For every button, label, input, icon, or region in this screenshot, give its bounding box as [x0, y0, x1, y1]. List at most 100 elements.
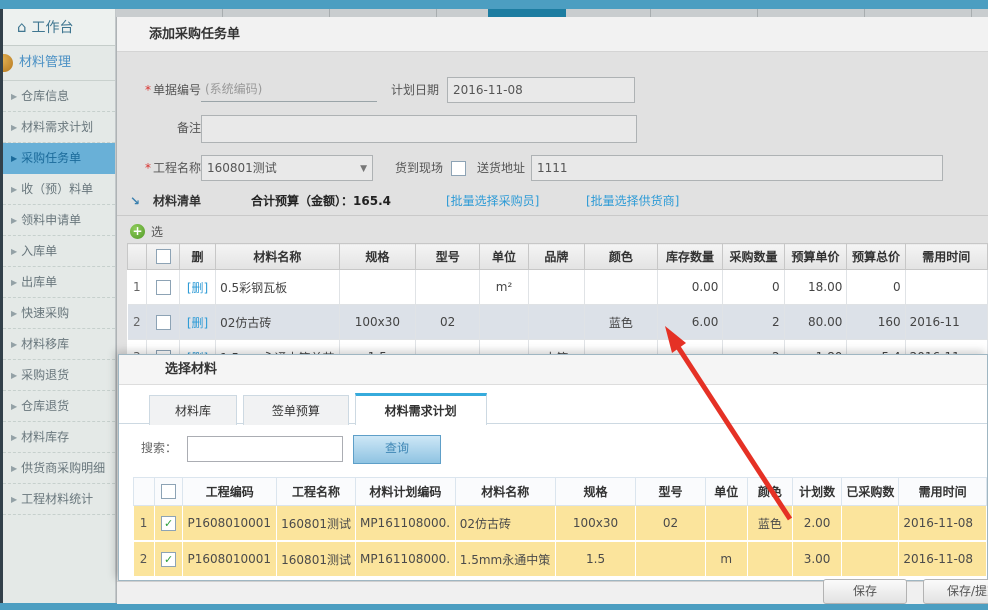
required-icon: * — [145, 83, 151, 97]
sidebar-item-material-demand-plan[interactable]: ▶材料需求计划 — [3, 112, 115, 143]
query-button[interactable]: 查询 — [353, 435, 441, 464]
cell-select — [147, 270, 180, 305]
chevron-right-icon: ▶ — [11, 123, 17, 132]
cell-rownum: 1 — [128, 270, 147, 305]
demand-plan-row: 1 ✓ P1608010001 160801测试 MP161108000. 02… — [134, 506, 987, 542]
dialog-title-bar: 选择材料 — [119, 355, 987, 385]
col-budget-price: 预算单价 — [784, 244, 847, 270]
save-button[interactable]: 保存 — [823, 579, 907, 604]
sidebar-item-label: 快速采购 — [21, 306, 69, 320]
cell-model — [416, 270, 480, 305]
cell-brand — [528, 270, 584, 305]
sidebar-section-material-management[interactable]: 材料管理 — [3, 46, 115, 81]
plan-date-label: 计划日期 — [387, 77, 439, 103]
batch-select-buyer-link[interactable]: [批量选择采购员] — [446, 191, 539, 211]
top-browser-bar — [0, 0, 988, 9]
cell-unit: m² — [480, 270, 528, 305]
sidebar-item-supplier-purchase-detail[interactable]: ▶供货商采购明细 — [3, 453, 115, 484]
header-checkbox[interactable] — [156, 249, 171, 264]
sidebar-item-purchase-task[interactable]: ▶采购任务单 — [3, 143, 115, 174]
chevron-right-icon: ▶ — [11, 309, 17, 318]
plan-date-input[interactable]: 2016-11-08 — [447, 77, 635, 103]
cell-stock-qty: 6.00 — [657, 305, 723, 340]
cell-stock-qty: 0.00 — [657, 270, 723, 305]
cell-select: ✓ — [154, 541, 183, 577]
chevron-right-icon: ▶ — [11, 464, 17, 473]
sidebar-item-purchase-return[interactable]: ▶采购退货 — [3, 360, 115, 391]
cell-need-date: 2016-11-08 — [899, 506, 987, 542]
cell-need-date: 2016-11-08 — [899, 541, 987, 577]
cell-material-name: 1.5mm永通中策 — [455, 541, 555, 577]
row-checkbox-checked[interactable]: ✓ — [161, 516, 176, 531]
dialog-tab-bar: 材料库 签单预算 材料需求计划 — [119, 393, 987, 424]
save-submit-button[interactable]: 保存/提交 — [923, 579, 988, 604]
batch-select-supplier-link[interactable]: [批量选择供货商] — [586, 191, 679, 211]
cell-material-name: 02仿古砖 — [216, 305, 339, 340]
sidebar-item-material-stock[interactable]: ▶ 材料库存 — [3, 422, 115, 453]
cell-budget-total: 160 — [847, 305, 905, 340]
cell-delete: [删] — [180, 270, 216, 305]
sidebar-item-material-transfer[interactable]: ▶材料移库 — [3, 329, 115, 360]
project-label: *工程名称 — [121, 155, 201, 181]
sidebar-item-inbound[interactable]: ▶入库单 — [3, 236, 115, 267]
col-model: 型号 — [636, 478, 705, 506]
delivery-site-label: 货到现场 — [381, 155, 443, 181]
col-material-name: 材料名称 — [455, 478, 555, 506]
cell-budget-total: 0 — [847, 270, 905, 305]
tab-material-demand-plan[interactable]: 材料需求计划 — [355, 393, 487, 425]
sidebar-item-material-request[interactable]: ▶领料申请单 — [3, 205, 115, 236]
row-checkbox[interactable] — [156, 280, 171, 295]
cell-unit — [480, 305, 528, 340]
delivery-addr-input[interactable]: 1111 — [531, 155, 943, 181]
cell-select: ✓ — [154, 506, 183, 542]
cell-rownum: 2 — [128, 305, 147, 340]
remark-input[interactable] — [201, 115, 637, 143]
chevron-right-icon: ▶ — [11, 402, 17, 411]
chevron-right-icon: ▶ — [11, 495, 17, 504]
tab-contract-budget[interactable]: 签单预算 — [243, 395, 349, 425]
sidebar-item-label: 工程材料统计 — [21, 492, 93, 506]
sidebar: ⌂工作台 材料管理 ▶仓库信息 ▶材料需求计划 ▶采购任务单 ▶收（预）料单 ▶… — [0, 9, 116, 603]
cell-brand — [528, 305, 584, 340]
col-rownum — [128, 244, 147, 270]
col-stock-qty: 库存数量 — [657, 244, 723, 270]
col-budget-total: 预算总价 — [847, 244, 905, 270]
header-checkbox[interactable] — [161, 484, 176, 499]
tab-material-library[interactable]: 材料库 — [149, 395, 237, 425]
col-color: 颜色 — [584, 244, 657, 270]
material-list-title: 材料清单 — [153, 191, 201, 211]
sidebar-item-label: 材料库存 — [21, 430, 69, 444]
col-material-name: 材料名称 — [216, 244, 339, 270]
material-row: 1 [删] 0.5彩钢瓦板 m² 0.00 0 18.00 0 — [128, 270, 988, 305]
chevron-right-icon: ▶ — [11, 92, 17, 101]
cell-material-name: 0.5彩钢瓦板 — [216, 270, 339, 305]
doc-no-input[interactable]: (系统编码) — [201, 77, 377, 102]
col-color: 颜色 — [747, 478, 792, 506]
sidebar-item-project-material-stats[interactable]: ▶ 工程材料统计 — [3, 484, 115, 515]
sidebar-item-quick-purchase[interactable]: ▶ 快速采购 — [3, 298, 115, 329]
footer-bar: 保存 保存/提交 — [117, 581, 988, 604]
cell-spec: 100x30 — [339, 305, 416, 340]
row-checkbox[interactable] — [156, 315, 171, 330]
delete-link[interactable]: [删] — [187, 316, 208, 330]
col-plan-qty: 计划数 — [792, 478, 842, 506]
active-tab-segment[interactable] — [488, 9, 566, 17]
sidebar-item-warehouse-return[interactable]: ▶仓库退货 — [3, 391, 115, 422]
search-input[interactable] — [187, 436, 343, 462]
chevron-right-icon: ▶ — [11, 433, 17, 442]
demand-plan-header-row: 工程编码 工程名称 材料计划编码 材料名称 规格 型号 单位 颜色 计划数 已采… — [134, 478, 987, 506]
delete-link[interactable]: [删] — [187, 281, 208, 295]
cell-project-code: P1608010001 — [183, 506, 277, 542]
col-purchased-qty: 已采购数 — [842, 478, 899, 506]
material-category-icon — [3, 54, 13, 72]
row-checkbox-checked[interactable]: ✓ — [161, 552, 176, 567]
select-material-dialog: 选择材料 材料库 签单预算 材料需求计划 搜索： 查询 工程编码 工程名称 材料… — [118, 354, 988, 581]
remark-label: 备注 — [121, 115, 201, 141]
sidebar-item-outbound[interactable]: ▶出库单 — [3, 267, 115, 298]
delivery-site-checkbox[interactable] — [451, 161, 466, 176]
project-select[interactable]: ▼160801测试 — [201, 155, 373, 181]
sidebar-item-warehouse-info[interactable]: ▶仓库信息 — [3, 81, 115, 112]
sidebar-item-receive-material[interactable]: ▶收（预）料单 — [3, 174, 115, 205]
cell-need-date — [905, 270, 987, 305]
sidebar-workbench[interactable]: ⌂工作台 — [3, 9, 115, 46]
